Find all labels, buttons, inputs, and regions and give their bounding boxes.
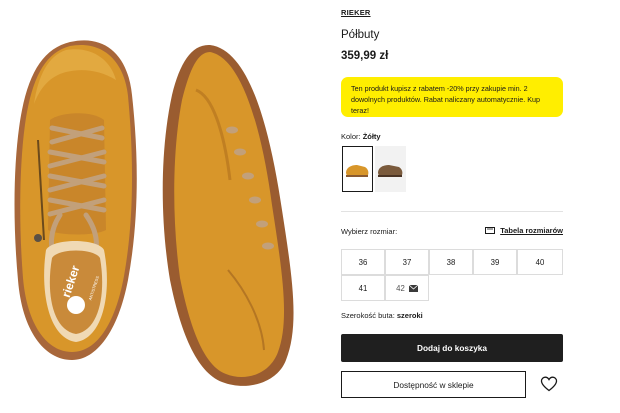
color-swatch-yellow[interactable] (342, 146, 373, 192)
size-option-42[interactable]: 42 (385, 275, 429, 301)
promo-banner[interactable]: Ten produkt kupisz z rabatem -20% przy z… (341, 77, 563, 117)
size-table-label: Tabela rozmiarów (500, 226, 563, 235)
brand-link[interactable]: RIEKER (341, 8, 371, 17)
right-shoe-side-view (162, 44, 294, 386)
product-title: Półbuty (341, 29, 380, 41)
size-value: 39 (490, 257, 500, 267)
product-price: 359,99 zł (341, 50, 389, 62)
mail-icon (408, 284, 418, 292)
heart-icon[interactable] (540, 375, 558, 393)
color-value: Żółty (362, 132, 381, 141)
shoe-width-label: Szerokość buta: (341, 311, 395, 320)
size-label: Wybierz rozmiar: (341, 227, 398, 236)
size-value: 37 (402, 257, 412, 267)
product-image[interactable]: rieker ANTISTRESS (0, 0, 320, 413)
size-option-36[interactable]: 36 (341, 249, 385, 275)
size-value: 42 (396, 283, 405, 293)
left-shoe-top-view: rieker ANTISTRESS (14, 40, 137, 361)
ruler-icon (485, 227, 496, 234)
size-option-38[interactable]: 38 (429, 249, 473, 275)
size-option-40[interactable]: 40 (517, 249, 563, 275)
color-label: Kolor: Żółty (341, 132, 381, 141)
size-option-39[interactable]: 39 (473, 249, 517, 275)
section-divider (341, 211, 563, 212)
size-option-37[interactable]: 37 (385, 249, 429, 275)
shoe-photo: rieker ANTISTRESS (14, 40, 294, 386)
size-value: 41 (358, 283, 368, 293)
size-value: 36 (358, 257, 368, 267)
add-to-cart-button[interactable]: Dodaj do koszyka (341, 334, 563, 362)
shoe-width-value: szeroki (396, 311, 423, 320)
size-value: 40 (535, 257, 545, 267)
size-option-41[interactable]: 41 (341, 275, 385, 301)
product-details-panel: RIEKER Półbuty 359,99 zł Ten produkt kup… (341, 0, 563, 413)
store-availability-button[interactable]: Dostępność w sklepie (341, 371, 526, 398)
color-label-text: Kolor: (341, 132, 361, 141)
shoe-width: Szerokość buta: szeroki (341, 311, 423, 320)
size-table-link[interactable]: Tabela rozmiarów (485, 226, 563, 235)
size-value: 38 (446, 257, 456, 267)
color-swatch-brown[interactable] (375, 146, 406, 192)
